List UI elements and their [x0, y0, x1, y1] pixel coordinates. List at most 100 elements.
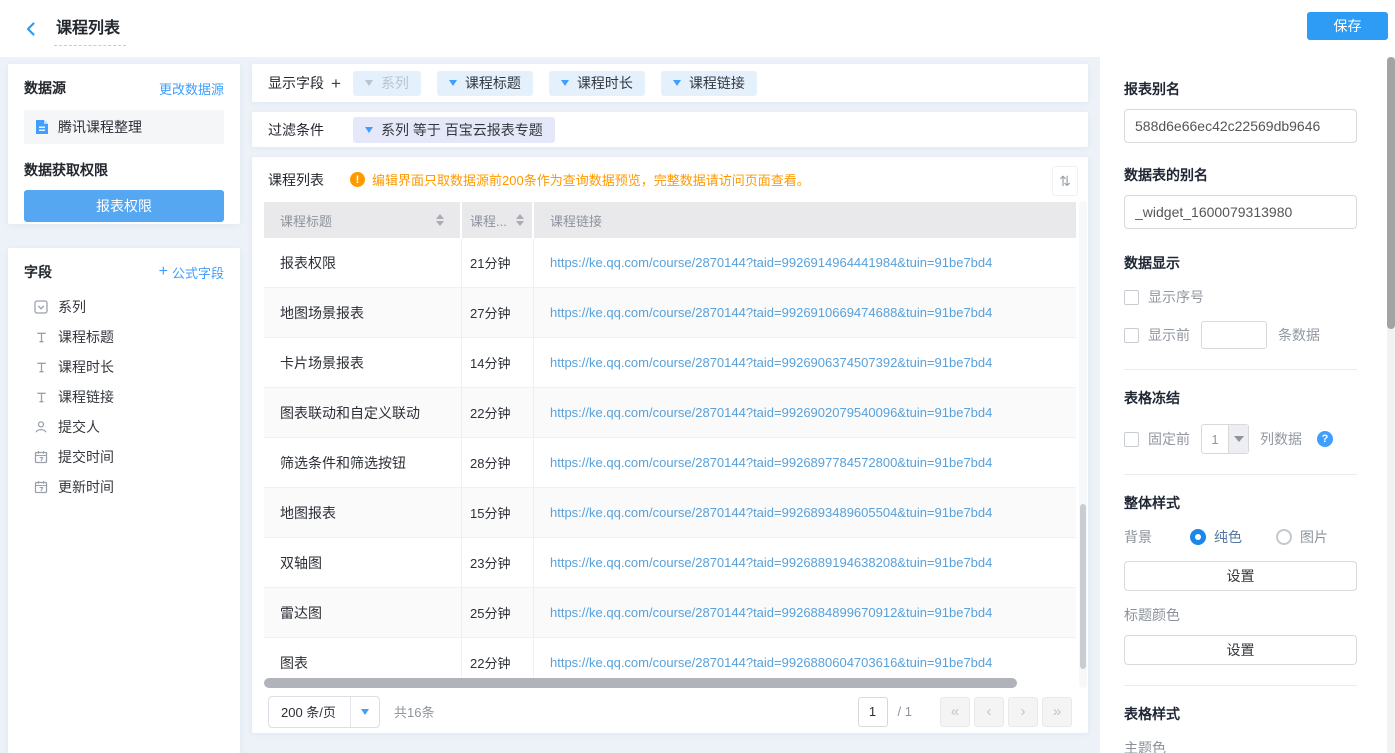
title-color-label: 标题颜色 — [1124, 605, 1357, 625]
datasource-name: 腾讯课程整理 — [58, 117, 142, 137]
settings-panel: 报表别名 数据表的别名 数据显示 显示序号 显示前 条数据 表格冻结 固定前 1… — [1100, 57, 1387, 753]
image-radio[interactable]: 图片 — [1276, 527, 1328, 547]
table-row[interactable]: 双轴图 23分钟 https://ke.qq.com/course/287014… — [264, 538, 1076, 588]
course-duration-cell: 21分钟 — [462, 238, 534, 287]
course-link-cell: https://ke.qq.com/course/2870144?taid=99… — [534, 538, 1076, 587]
field-item[interactable]: 提交人 — [24, 412, 224, 442]
table-row[interactable]: 雷达图 25分钟 https://ke.qq.com/course/287014… — [264, 588, 1076, 638]
prev-page-button[interactable]: ‹ — [974, 697, 1004, 727]
course-link[interactable]: https://ke.qq.com/course/2870144?taid=99… — [550, 605, 992, 620]
title-color-set-button[interactable]: 设置 — [1124, 635, 1357, 665]
scrollbar-thumb[interactable] — [264, 678, 1017, 688]
datasource-item[interactable]: 腾讯课程整理 — [24, 110, 224, 144]
sort-toggle-button[interactable]: ⇅ — [1052, 166, 1078, 196]
back-icon[interactable] — [18, 16, 44, 42]
scrollbar-thumb[interactable] — [1387, 57, 1395, 329]
first-page-button[interactable]: « — [940, 697, 970, 727]
course-link[interactable]: https://ke.qq.com/course/2870144?taid=99… — [550, 355, 992, 370]
field-item[interactable]: 课程链接 — [24, 382, 224, 412]
field-item[interactable]: 提交时间 — [24, 442, 224, 472]
background-set-button[interactable]: 设置 — [1124, 561, 1357, 591]
sort-arrows-icon[interactable] — [436, 214, 444, 226]
field-item[interactable]: 课程标题 — [24, 322, 224, 352]
report-alias-input[interactable] — [1124, 109, 1357, 143]
chevron-down-icon — [673, 80, 681, 86]
field-item[interactable]: 系列 — [24, 292, 224, 322]
page-title: 课程列表 — [54, 12, 126, 46]
course-link-cell: https://ke.qq.com/course/2870144?taid=99… — [534, 288, 1076, 337]
course-link[interactable]: https://ke.qq.com/course/2870144?taid=99… — [550, 255, 992, 270]
text-field-icon — [34, 330, 48, 344]
field-item[interactable]: 更新时间 — [24, 472, 224, 502]
row-limit-input[interactable] — [1201, 321, 1267, 349]
course-table-card: 课程列表 ! 编辑界面只取数据源前200条作为查询数据预览，完整数据请访问页面查… — [252, 157, 1088, 733]
person-icon — [34, 420, 48, 434]
help-icon[interactable]: ? — [1317, 431, 1333, 447]
data-display-title: 数据显示 — [1124, 253, 1357, 273]
report-alias-label: 报表别名 — [1124, 79, 1357, 99]
course-title-cell: 筛选条件和筛选按钮 — [264, 438, 462, 487]
text-field-icon — [34, 360, 48, 374]
display-field-tag[interactable]: 课程标题 — [437, 71, 533, 96]
datasource-panel: 数据源 更改数据源 腾讯课程整理 数据获取权限 报表权限 — [8, 64, 240, 224]
table-row[interactable]: 地图场景报表 27分钟 https://ke.qq.com/course/287… — [264, 288, 1076, 338]
theme-color-label: 主题色 — [1124, 738, 1357, 753]
change-datasource-link[interactable]: 更改数据源 — [159, 79, 224, 98]
table-row[interactable]: 图表 22分钟 https://ke.qq.com/course/2870144… — [264, 638, 1076, 679]
next-page-button[interactable]: › — [1008, 697, 1038, 727]
course-title-cell: 雷达图 — [264, 588, 462, 637]
display-field-tag[interactable]: 系列 — [353, 71, 421, 96]
column-header[interactable]: 课程标题 — [264, 202, 462, 238]
table-row[interactable]: 筛选条件和筛选按钮 28分钟 https://ke.qq.com/course/… — [264, 438, 1076, 488]
table-row[interactable]: 图表联动和自定义联动 22分钟 https://ke.qq.com/course… — [264, 388, 1076, 438]
add-display-field-button[interactable]: + — [331, 75, 341, 92]
course-link-cell: https://ke.qq.com/course/2870144?taid=99… — [534, 488, 1076, 537]
course-link-cell: https://ke.qq.com/course/2870144?taid=99… — [534, 238, 1076, 287]
divider — [1124, 474, 1357, 475]
table-title: 课程列表 — [268, 170, 324, 190]
report-permission-button[interactable]: 报表权限 — [24, 190, 224, 222]
display-field-tag[interactable]: 课程链接 — [661, 71, 757, 96]
sort-arrows-icon[interactable] — [516, 214, 524, 226]
chevron-down-icon — [351, 709, 379, 715]
column-header[interactable]: 课程... — [462, 202, 534, 238]
page-count: / 1 — [898, 704, 912, 719]
display-field-tags: 系列 课程标题 课程时长 课程链接 — [353, 71, 757, 96]
divider — [1124, 685, 1357, 686]
course-link[interactable]: https://ke.qq.com/course/2870144?taid=99… — [550, 455, 992, 470]
scrollbar-thumb[interactable] — [1080, 504, 1086, 669]
course-link[interactable]: https://ke.qq.com/course/2870144?taid=99… — [550, 405, 992, 420]
show-index-label: 显示序号 — [1148, 287, 1204, 307]
solid-color-radio[interactable]: 纯色 — [1190, 527, 1242, 547]
add-formula-field-link[interactable]: + 公式字段 — [159, 263, 224, 282]
show-first-checkbox[interactable] — [1124, 328, 1139, 343]
course-link[interactable]: https://ke.qq.com/course/2870144?taid=99… — [550, 655, 992, 670]
table-row[interactable]: 报表权限 21分钟 https://ke.qq.com/course/28701… — [264, 238, 1076, 288]
divider — [1124, 369, 1357, 370]
page-size-select[interactable]: 200 条/页 — [268, 696, 380, 728]
page-number-input[interactable] — [858, 697, 888, 727]
background-label: 背景 — [1124, 527, 1190, 547]
field-item[interactable]: 课程时长 — [24, 352, 224, 382]
top-header: 课程列表 保存 — [0, 0, 1395, 57]
filter-bar: 过滤条件 系列 等于 百宝云报表专题 — [252, 112, 1088, 147]
last-page-button[interactable]: » — [1042, 697, 1072, 727]
display-field-tag[interactable]: 课程时长 — [549, 71, 645, 96]
freeze-count-select[interactable]: 1 — [1201, 424, 1249, 454]
filter-condition-tag[interactable]: 系列 等于 百宝云报表专题 — [353, 117, 555, 143]
course-link-cell: https://ke.qq.com/course/2870144?taid=99… — [534, 388, 1076, 437]
course-link[interactable]: https://ke.qq.com/course/2870144?taid=99… — [550, 555, 992, 570]
course-link[interactable]: https://ke.qq.com/course/2870144?taid=99… — [550, 305, 992, 320]
page-scrollbar — [1387, 57, 1395, 753]
table-alias-input[interactable] — [1124, 195, 1357, 229]
datasource-title: 数据源 — [24, 78, 66, 98]
course-link[interactable]: https://ke.qq.com/course/2870144?taid=99… — [550, 505, 992, 520]
freeze-checkbox[interactable] — [1124, 432, 1139, 447]
save-button[interactable]: 保存 — [1307, 12, 1388, 40]
show-index-checkbox[interactable] — [1124, 290, 1139, 305]
calendar-icon — [34, 450, 48, 464]
table-row[interactable]: 卡片场景报表 14分钟 https://ke.qq.com/course/287… — [264, 338, 1076, 388]
calendar-icon — [34, 480, 48, 494]
table-row[interactable]: 地图报表 15分钟 https://ke.qq.com/course/28701… — [264, 488, 1076, 538]
table-horizontal-scrollbar — [264, 678, 1076, 688]
